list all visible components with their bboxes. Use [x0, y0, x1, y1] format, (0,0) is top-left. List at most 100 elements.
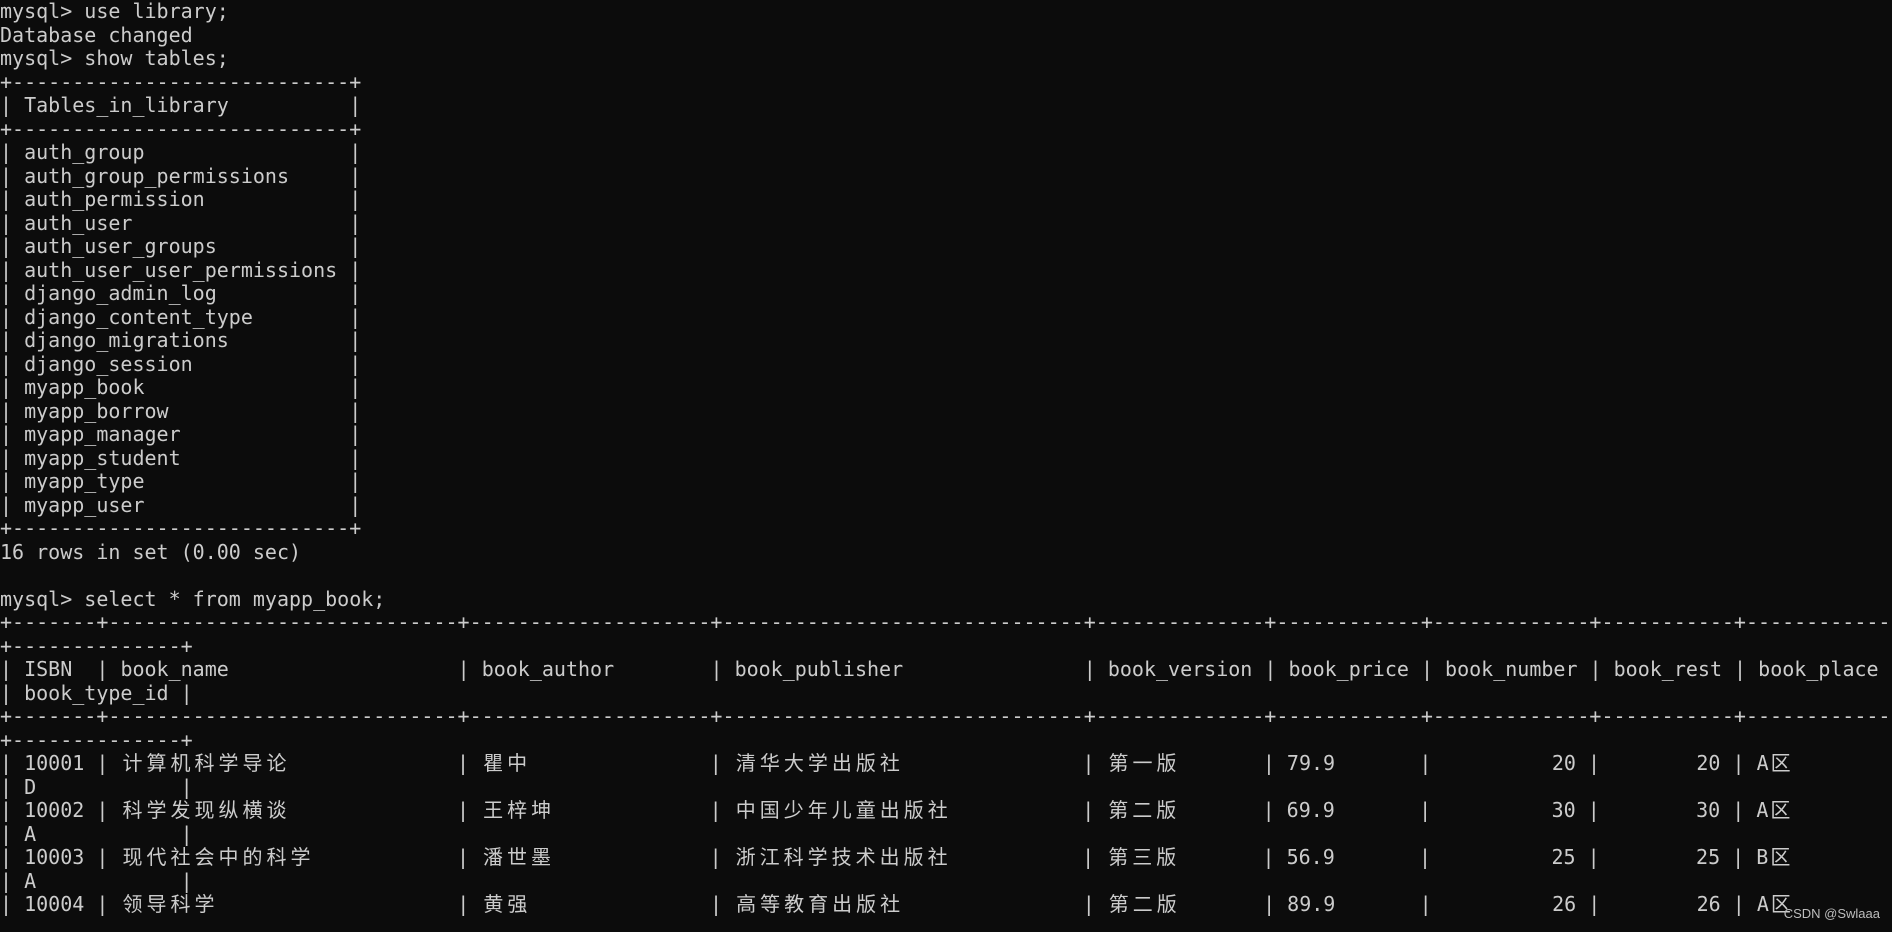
column-header: ISBN	[24, 657, 73, 681]
table-row: | myapp_type |	[0, 469, 362, 493]
terminal-window[interactable]: mysql> use library; Database changed mysql…	[0, 0, 1892, 917]
table-cell: myapp_type	[24, 469, 145, 493]
table-row: | D |	[0, 774, 193, 799]
table-row: | auth_group_permissions |	[0, 163, 362, 188]
table-cell: 10003	[24, 845, 85, 869]
table-cell: django_session	[24, 351, 193, 376]
table-row: | auth_user_groups |	[0, 234, 362, 258]
table-row: | django_content_type |	[0, 304, 362, 329]
table-cell: A区	[1756, 751, 1791, 775]
table-border: +--------------+	[0, 727, 193, 752]
table-cell: myapp_borrow	[24, 398, 169, 423]
table-cell: django_content_type	[24, 304, 253, 329]
output-text: Database changed	[0, 22, 193, 47]
command-line: mysql> show tables;	[0, 46, 1892, 71]
table-cell: auth_group	[24, 140, 145, 164]
table-cell: 计算机科学导论	[122, 751, 287, 775]
command-text: use library;	[84, 0, 229, 23]
column-header: book_price	[1288, 657, 1409, 681]
table-border: +-------+-----------------------------+-…	[0, 704, 1891, 728]
table-cell: 浙江科学技术出版社	[735, 845, 948, 869]
table-cell: auth_user_user_permissions	[24, 257, 338, 282]
table-cell: 56.9	[1286, 845, 1335, 869]
table-cell: A区	[1756, 798, 1791, 822]
table-cell: myapp_student	[24, 445, 181, 470]
table-cell: D	[24, 774, 37, 799]
column-header: book_type_id	[24, 680, 169, 705]
table-cell: 30	[1696, 798, 1721, 822]
table-row: | 10001 | 计算机科学导论 | 瞿中 | 清华大学出版社 | 第一版 |…	[0, 751, 1791, 775]
table-cell: 25	[1551, 845, 1576, 869]
table-cell: auth_group_permissions	[24, 163, 289, 188]
table-cell: 现代社会中的科学	[122, 845, 311, 869]
table-cell: 高等教育出版社	[736, 892, 901, 916]
table-row: | 10002 | 科学发现纵横谈 | 王梓坤 | 中国少年儿童出版社 | 第二…	[0, 798, 1791, 822]
table-row: | django_admin_log |	[0, 281, 362, 305]
column-header: book_publisher	[734, 657, 904, 681]
table-row: | myapp_user |	[0, 492, 362, 517]
table-row: | auth_permission |	[0, 187, 362, 211]
table-border: +--------------+	[0, 633, 193, 658]
table-cell: 10004	[24, 892, 85, 916]
command-line: mysql> select * from myapp_book;	[0, 586, 1892, 612]
table-cell: 清华大学出版社	[735, 751, 900, 775]
prompt: mysql>	[0, 586, 85, 611]
prompt: mysql>	[0, 46, 85, 70]
table-cell: 30	[1551, 798, 1576, 822]
column-header: book_rest	[1613, 657, 1723, 681]
column-header: book_name	[120, 657, 229, 681]
table-cell: django_migrations	[24, 328, 229, 352]
table-cell: A	[24, 821, 37, 846]
table-cell: 瞿中	[483, 751, 528, 775]
table-cell: 25	[1696, 845, 1721, 869]
table-row: | myapp_borrow |	[0, 398, 362, 423]
table-cell: myapp_book	[24, 375, 145, 399]
command-text: show tables;	[84, 46, 229, 70]
table-cell: django_admin_log	[24, 281, 217, 305]
table-cell: 第三版	[1108, 845, 1177, 869]
column-header: book_place	[1758, 657, 1879, 681]
table-cell: 中国少年儿童出版社	[735, 798, 948, 822]
output-line: 16 rows in set (0.00 sec)	[0, 540, 1892, 565]
table-cell: 10002	[24, 798, 85, 822]
table-cell: B区	[1756, 845, 1791, 869]
table-row: | django_migrations |	[0, 328, 362, 352]
column-header: Tables_in_library	[24, 93, 229, 117]
table-row: | auth_group |	[0, 140, 362, 164]
column-header: book_version	[1107, 657, 1253, 681]
column-header: book_number	[1445, 657, 1578, 681]
prompt: mysql>	[0, 0, 85, 23]
table-cell: 26	[1696, 892, 1721, 916]
table-cell: 第二版	[1108, 798, 1177, 822]
table-cell: 69.9	[1286, 798, 1335, 822]
table-cell: myapp_manager	[24, 422, 181, 446]
column-header: book_author	[481, 657, 615, 681]
table-cell: 79.9	[1286, 751, 1336, 775]
table-cell: 黄强	[483, 892, 528, 916]
table-cell: 王梓坤	[483, 798, 552, 822]
table-row: | myapp_book |	[0, 375, 362, 399]
table-row: | myapp_student |	[0, 445, 362, 470]
table-border: +----------------------------+	[0, 69, 362, 94]
table-cell: auth_user	[24, 210, 133, 235]
table-cell: myapp_user	[24, 492, 145, 517]
table-row: | myapp_manager |	[0, 422, 362, 446]
table-border: +----------------------------+	[0, 116, 362, 141]
table-cell: auth_user_groups	[24, 234, 217, 258]
table-cell: 89.9	[1287, 892, 1336, 916]
output-line: Database changed	[0, 22, 1892, 48]
table-cell: A	[24, 868, 37, 893]
table-cell: 20	[1551, 751, 1576, 775]
table-header-row: | book_type_id |	[0, 680, 193, 705]
command-text: select * from myapp_book;	[84, 586, 386, 611]
table-row: | django_session |	[0, 351, 362, 376]
table-header-row: | Tables_in_library |	[0, 93, 362, 117]
table-cell: auth_permission	[24, 187, 205, 211]
table-row: | auth_user |	[0, 210, 362, 235]
table-header-row: | ISBN | book_name | book_author | book_…	[0, 657, 1879, 681]
table-cell: 20	[1696, 751, 1721, 775]
table-row: | A |	[0, 868, 193, 893]
watermark: CSDN @Swlaaa	[1783, 906, 1880, 921]
command-line: mysql> use library;	[0, 0, 1892, 24]
table-cell: 第二版	[1108, 892, 1177, 916]
